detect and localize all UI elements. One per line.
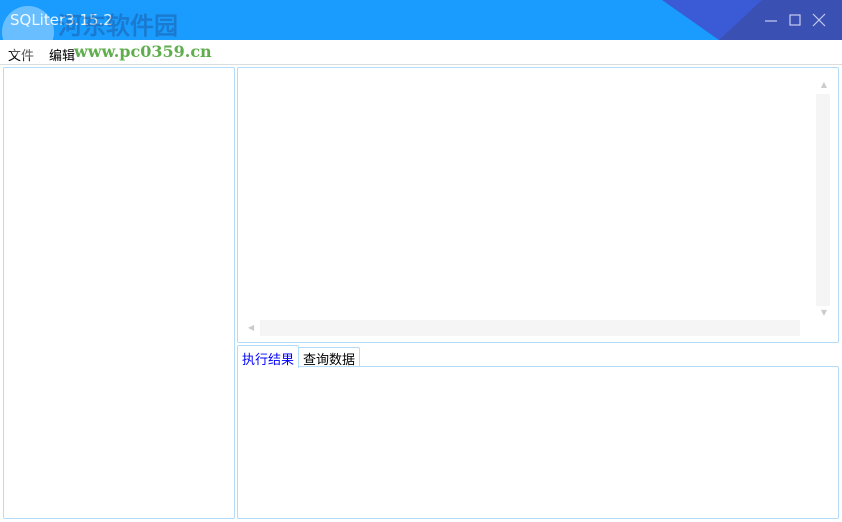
- scroll-left-arrow[interactable]: ◀: [248, 323, 254, 332]
- scroll-down-arrow[interactable]: ▼: [821, 308, 827, 317]
- watermark-url: www.pc0359.cn: [74, 42, 212, 61]
- tab-query-data[interactable]: 查询数据: [298, 347, 361, 368]
- watermark-name: 河东软件园: [58, 11, 178, 40]
- horizontal-scrollbar[interactable]: [260, 320, 800, 336]
- database-tree-panel[interactable]: [3, 67, 235, 519]
- minimize-button[interactable]: [763, 12, 779, 28]
- result-panel: [237, 366, 839, 519]
- vertical-scrollbar[interactable]: [816, 94, 830, 306]
- tab-execution-result[interactable]: 执行结果: [237, 345, 300, 368]
- sql-editor[interactable]: ▲ ▼ ◀: [237, 67, 839, 343]
- watermark-logo: [2, 6, 54, 58]
- close-button[interactable]: [811, 12, 827, 28]
- menu-edit[interactable]: 编辑: [49, 45, 75, 64]
- maximize-button[interactable]: [787, 12, 803, 28]
- scroll-up-arrow[interactable]: ▲: [821, 80, 827, 89]
